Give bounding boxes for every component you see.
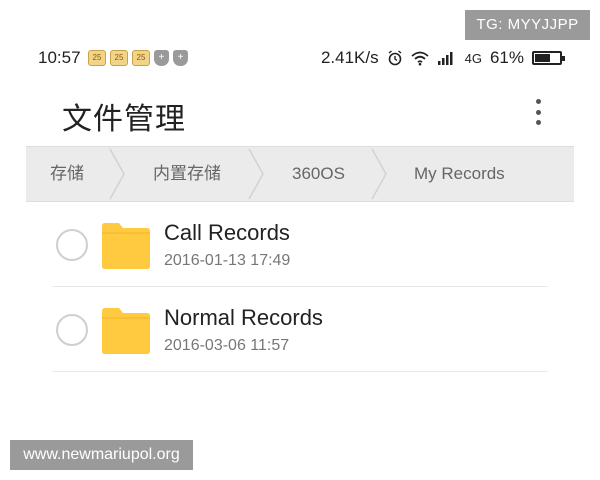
list-item[interactable]: Call Records 2016-01-13 17:49 — [52, 202, 548, 287]
breadcrumb-item-internal-storage[interactable]: 内置存储 — [153, 147, 221, 201]
select-checkbox[interactable] — [56, 314, 88, 346]
watermark-bottom: www.newmariupol.org — [10, 440, 193, 470]
status-bar: 10:57 25 25 25 + + 2.41K/s 4G 61% — [26, 40, 574, 78]
overflow-menu-icon[interactable] — [526, 97, 550, 127]
select-checkbox[interactable] — [56, 229, 88, 261]
calendar-icon: 25 — [110, 50, 128, 66]
app-title: 文件管理 — [62, 103, 186, 136]
breadcrumb-item-360os[interactable]: 360OS — [292, 147, 345, 201]
wifi-icon — [411, 51, 429, 66]
shield-icon: + — [173, 50, 188, 66]
battery-icon — [532, 51, 565, 65]
folder-icon — [102, 223, 150, 269]
file-name: Normal Records — [164, 305, 323, 330]
breadcrumb-item-storage[interactable]: 存储 — [50, 147, 84, 201]
menu-dot — [535, 120, 541, 125]
folder-icon — [102, 308, 150, 354]
notification-icons: 25 25 25 + + — [88, 50, 188, 66]
watermark-top: TG: MYYJJPP — [465, 10, 590, 40]
file-date: 2016-03-06 11:57 — [164, 337, 290, 354]
menu-dot — [535, 99, 541, 104]
battery-fill — [535, 54, 550, 62]
network-speed: 2.41K/s — [320, 48, 379, 67]
file-name: Call Records — [164, 220, 290, 245]
calendar-icon: 25 — [88, 50, 106, 66]
alarm-icon — [388, 50, 402, 66]
network-type: 4G — [464, 50, 482, 66]
file-date: 2016-01-13 17:49 — [164, 252, 291, 269]
shield-icon: + — [154, 50, 169, 66]
menu-dot — [535, 109, 541, 115]
chevron-right-icon — [109, 148, 125, 200]
app-bar: 文件管理 — [26, 78, 574, 146]
battery-percent: 61% — [489, 48, 524, 67]
signal-icon — [437, 52, 453, 65]
breadcrumb-item-my-records[interactable]: My Records — [414, 147, 505, 201]
battery-tip — [562, 56, 565, 61]
status-right-group: 2.41K/s 4G 61% — [320, 48, 565, 68]
status-time: 10:57 — [38, 48, 81, 67]
chevron-right-icon — [248, 148, 264, 200]
list-item[interactable]: Normal Records 2016-03-06 11:57 — [52, 287, 548, 372]
chevron-right-icon — [371, 148, 387, 200]
calendar-icon: 25 — [132, 50, 150, 66]
breadcrumb: 存储 内置存储 360OS My Records — [26, 146, 574, 202]
phone-screen: 10:57 25 25 25 + + 2.41K/s 4G 61% 文件管理 存… — [26, 40, 574, 440]
